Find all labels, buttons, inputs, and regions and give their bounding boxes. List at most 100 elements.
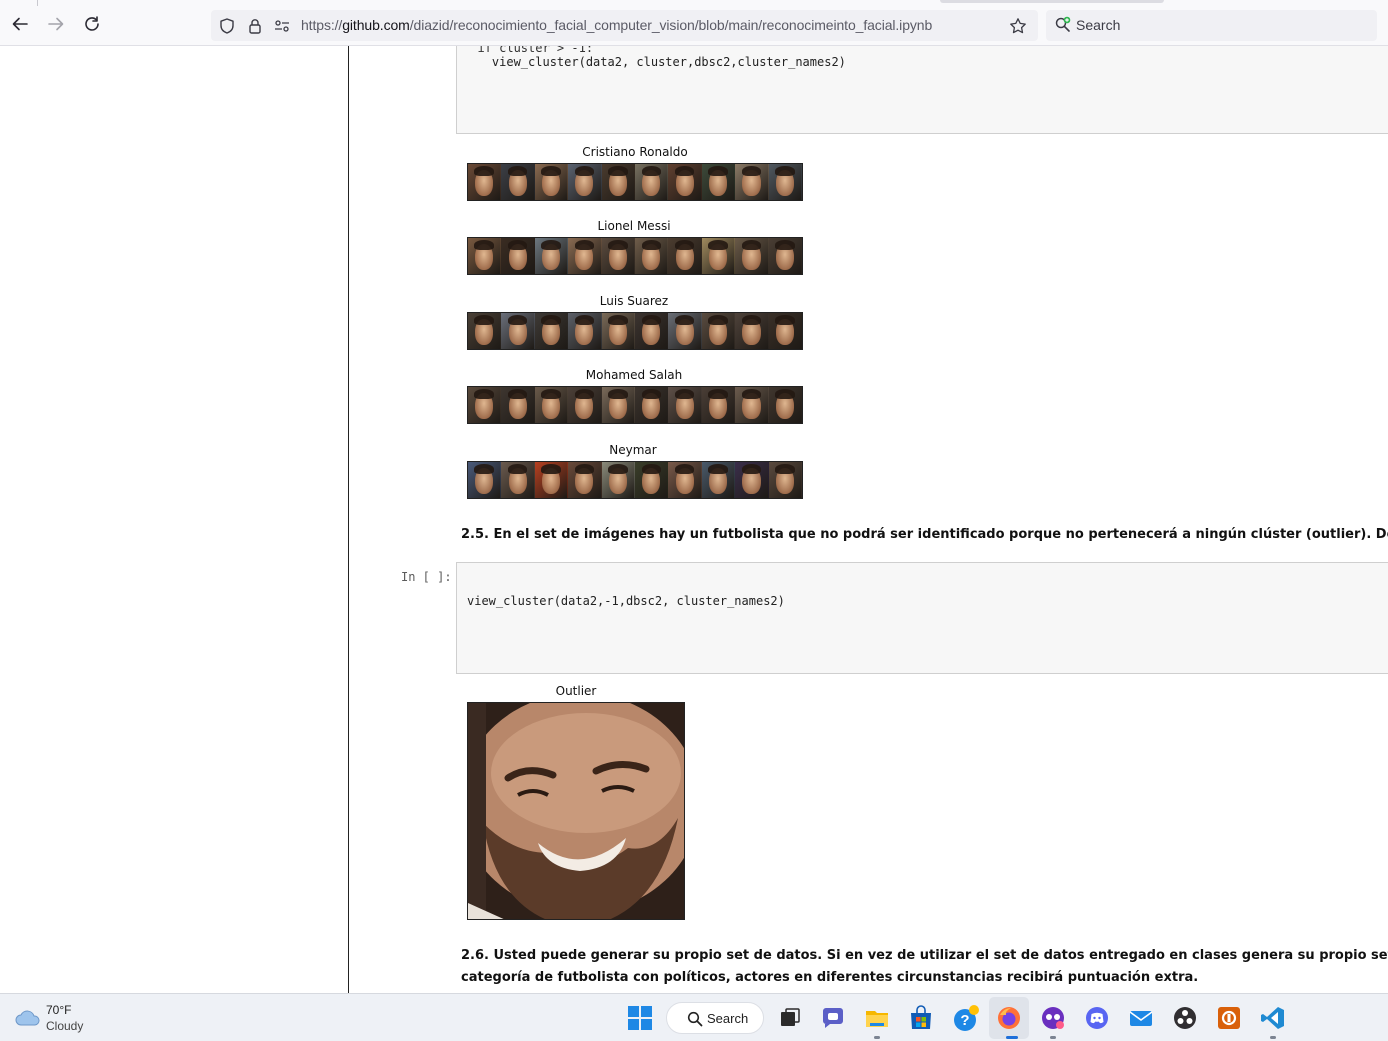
- face-strip-suarez: [467, 312, 803, 350]
- url-bar[interactable]: https://github.com/diazid/reconocimiento…: [211, 10, 1038, 41]
- face-thumbnail: [668, 238, 702, 274]
- taskbar-search[interactable]: Search: [666, 1002, 764, 1034]
- forward-button[interactable]: [45, 13, 67, 35]
- browser-search-box[interactable]: Search: [1046, 10, 1377, 41]
- face-thumbnail: [735, 238, 769, 274]
- markdown-section-2-6-line1: 2.6. Usted puede generar su propio set d…: [461, 948, 1388, 963]
- face-thumbnail: [501, 462, 535, 498]
- face-thumbnail: [468, 387, 502, 423]
- cluster-title: Neymar: [609, 443, 657, 457]
- code-cell-outlier[interactable]: view_cluster(data2,-1,dbsc2, cluster_nam…: [456, 562, 1388, 674]
- face-thumbnail: [735, 387, 769, 423]
- face-thumbnail: [534, 313, 569, 349]
- face-thumbnail: [635, 164, 669, 200]
- face-thumbnail: [768, 238, 802, 274]
- face-thumbnail: [601, 238, 636, 274]
- code-cell-top[interactable]: if cluster > -1: view_cluster(data2, clu…: [456, 46, 1388, 134]
- face-thumbnail: [534, 238, 569, 274]
- file-explorer-button[interactable]: [864, 1005, 890, 1031]
- search-engine-icon: [1055, 16, 1071, 32]
- taskbar: 70°F Cloudy Search ?: [0, 993, 1388, 1041]
- tab-divider: [37, 0, 38, 6]
- cell-prompt: In [ ]:: [401, 570, 452, 584]
- reload-button[interactable]: [81, 13, 103, 35]
- face-thumbnail: [768, 462, 802, 498]
- url-host: github.com: [342, 17, 410, 33]
- face-thumbnail: [568, 238, 602, 274]
- task-view-button[interactable]: [777, 1005, 803, 1031]
- bookmark-star-icon[interactable]: [1009, 17, 1027, 35]
- weather-widget[interactable]: 70°F Cloudy: [8, 998, 128, 1038]
- back-button[interactable]: [9, 13, 31, 35]
- face-thumbnail: [735, 164, 769, 200]
- face-thumbnail: [534, 164, 569, 200]
- face-thumbnail: [635, 462, 669, 498]
- outlier-face-image: [467, 702, 685, 920]
- face-thumbnail: [768, 387, 802, 423]
- app-button-orange[interactable]: [1216, 1005, 1242, 1031]
- start-button[interactable]: [627, 1005, 653, 1031]
- discord-button[interactable]: [1084, 1005, 1110, 1031]
- help-icon: ?: [954, 1005, 979, 1031]
- obs-button[interactable]: [1172, 1005, 1198, 1031]
- firefox-button[interactable]: [996, 1005, 1022, 1031]
- get-help-button[interactable]: ?: [952, 1005, 979, 1031]
- face-strip-salah: [467, 386, 803, 424]
- url-text[interactable]: https://github.com/diazid/reconocimiento…: [301, 17, 932, 33]
- face-thumbnail: [701, 238, 736, 274]
- search-placeholder: Search: [1076, 17, 1121, 33]
- face-thumbnail: [668, 462, 702, 498]
- face-thumbnail: [568, 387, 602, 423]
- browser-toolbar: https://github.com/diazid/reconocimiento…: [0, 0, 1388, 46]
- code-line: if cluster > -1:: [463, 46, 594, 55]
- face-thumbnail: [768, 164, 802, 200]
- permissions-icon[interactable]: [273, 17, 291, 35]
- microsoft-store-button[interactable]: [908, 1005, 934, 1031]
- face-thumbnail: [635, 313, 669, 349]
- face-thumbnail: [668, 164, 702, 200]
- vscode-button[interactable]: [1260, 1005, 1286, 1031]
- app-button-purple[interactable]: [1040, 1005, 1066, 1031]
- face-thumbnail: [568, 313, 602, 349]
- search-icon: [687, 1011, 703, 1027]
- running-indicator: [1050, 1036, 1056, 1039]
- face-thumbnail: [701, 462, 736, 498]
- face-thumbnail: [601, 164, 636, 200]
- arrow-right-icon: [48, 17, 64, 31]
- cloud-icon: [15, 1010, 40, 1026]
- face-thumbnail: [568, 462, 602, 498]
- face-thumbnail: [701, 164, 736, 200]
- running-indicator: [1006, 1036, 1018, 1039]
- face-thumbnail: [735, 462, 769, 498]
- face-thumbnail: [568, 164, 602, 200]
- mail-icon: [1129, 1011, 1153, 1026]
- svg-text:?: ?: [960, 1012, 969, 1029]
- chat-icon: [823, 1008, 843, 1028]
- taskbar-search-label: Search: [707, 1011, 749, 1026]
- outlier-title: Outlier: [555, 684, 597, 698]
- cluster-title: Cristiano Ronaldo: [582, 145, 688, 159]
- lock-icon[interactable]: [246, 17, 264, 35]
- face-strip-neymar: [467, 461, 803, 499]
- teams-chat-button[interactable]: [820, 1005, 846, 1031]
- arrow-left-icon: [12, 17, 28, 31]
- sidebar-divider: [348, 46, 349, 993]
- orange-app-icon: [1218, 1007, 1240, 1029]
- face-thumbnail: [635, 238, 669, 274]
- discord-icon: [1086, 1007, 1108, 1029]
- face-thumbnail: [468, 238, 502, 274]
- shield-icon[interactable]: [218, 17, 236, 35]
- cluster-title: Mohamed Salah: [585, 368, 683, 382]
- running-indicator: [1270, 1036, 1276, 1039]
- cluster-title: Lionel Messi: [597, 219, 671, 233]
- face-thumbnail: [601, 387, 636, 423]
- windows-logo-icon: [628, 1006, 652, 1030]
- active-tab-edge[interactable]: [940, 0, 1164, 3]
- obs-icon: [1174, 1007, 1196, 1029]
- face-thumbnail: [701, 313, 736, 349]
- face-strip-messi: [467, 237, 803, 275]
- vscode-icon: [1261, 1007, 1284, 1029]
- face-strip-ronaldo: [467, 163, 803, 201]
- face-thumbnail: [468, 164, 502, 200]
- mail-button[interactable]: [1128, 1005, 1154, 1031]
